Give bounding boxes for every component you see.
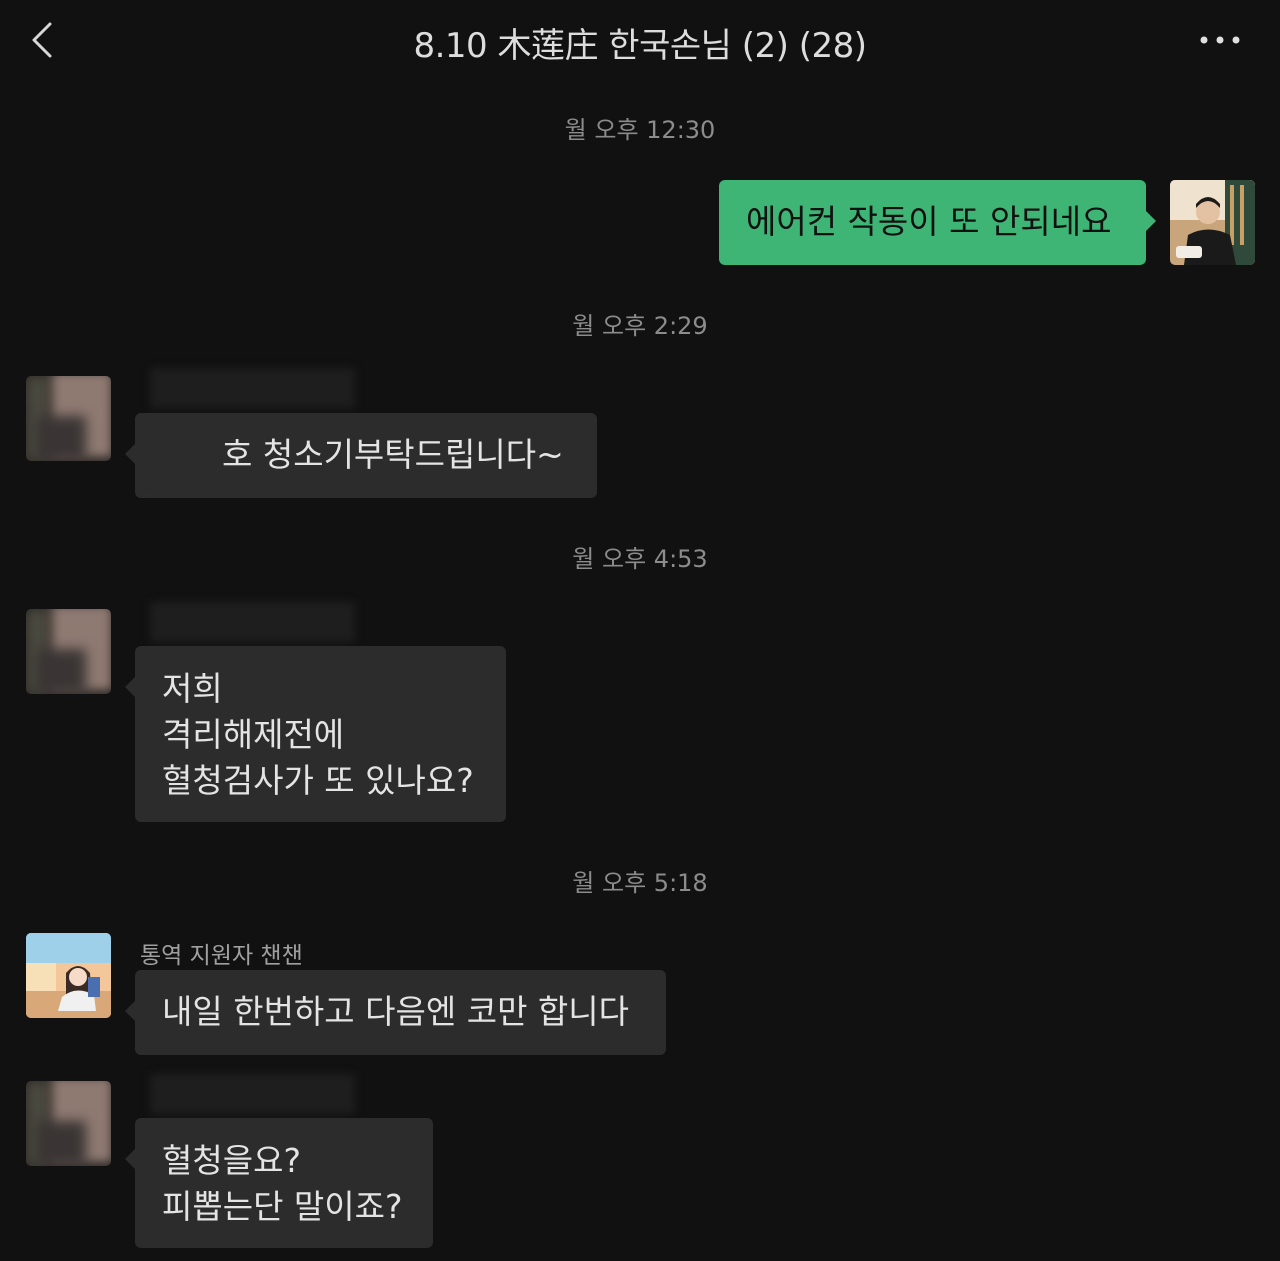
sender-name: 통역 지원자 챈챈	[140, 943, 303, 969]
chat-header: 8.10 木莲庄 한국손님 (2) (28)	[0, 0, 1280, 80]
sender-name-redacted	[150, 602, 355, 642]
message-text: 호 청소기부탁드립니다~	[222, 435, 564, 474]
incoming-message[interactable]: 혈청을요? 피뽑는단 말이죠?	[125, 1118, 433, 1248]
more-dots-icon	[1200, 36, 1240, 44]
sender-name-redacted	[150, 1074, 355, 1114]
sender-name-redacted	[150, 368, 355, 408]
incoming-message[interactable]: 저희 격리해제전에 혈청검사가 또 있나요?	[125, 646, 506, 822]
outgoing-message[interactable]: 에어컨 작동이 또 안되네요	[719, 180, 1156, 265]
more-button[interactable]	[1196, 26, 1244, 54]
message-line: 격리해제전에	[162, 715, 345, 754]
sender-avatar[interactable]	[26, 609, 111, 694]
message-timestamp: 월 오후 12:30	[564, 116, 716, 144]
my-avatar[interactable]	[1170, 180, 1255, 265]
sender-avatar[interactable]	[26, 933, 111, 1018]
message-line: 피뽑는단 말이죠?	[162, 1187, 403, 1226]
redaction-blur	[150, 425, 220, 485]
message-timestamp: 월 오후 4:53	[572, 545, 708, 573]
message-timestamp: 월 오후 5:18	[572, 869, 708, 897]
message-line: 혈청검사가 또 있나요?	[162, 761, 474, 800]
incoming-message[interactable]: 내일 한번하고 다음엔 코만 합니다	[125, 970, 666, 1055]
sender-avatar[interactable]	[26, 376, 111, 461]
message-line: 저희	[162, 669, 223, 708]
message-text: 내일 한번하고 다음엔 코만 합니다	[162, 992, 629, 1031]
profile-photo-icon	[1170, 180, 1255, 265]
message-text: 에어컨 작동이 또 안되네요	[746, 202, 1112, 241]
message-timestamp: 월 오후 2:29	[572, 312, 708, 340]
anime-avatar-icon	[26, 933, 111, 1018]
chat-title: 8.10 木莲庄 한국손님 (2) (28)	[413, 26, 867, 66]
message-line: 혈청을요?	[162, 1141, 301, 1180]
sender-avatar[interactable]	[26, 1081, 111, 1166]
